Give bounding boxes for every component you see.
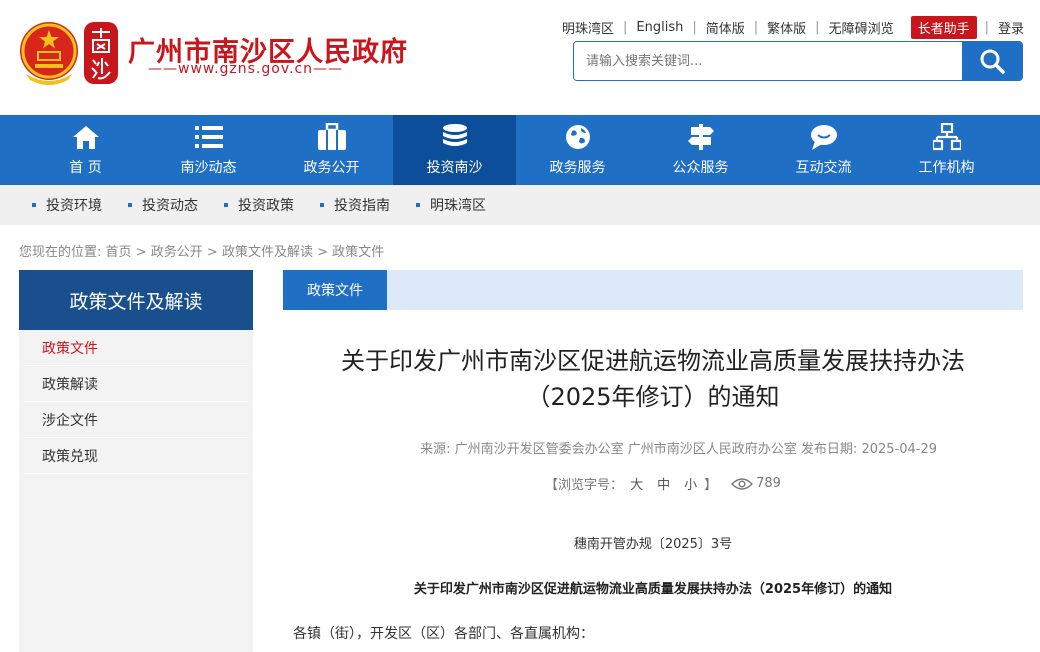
nav-label: 互动交流 — [795, 160, 852, 176]
subnav-label: 投资指南 — [334, 198, 390, 214]
list-icon — [194, 126, 223, 148]
nav-gov-affairs[interactable]: 政务公开 — [270, 115, 393, 185]
breadcrumb-separator: > — [317, 245, 328, 260]
link-accessibility[interactable]: 无障碍浏览 — [820, 18, 903, 37]
site-header: 广州市南沙区人民政府 ——www.gzns.gov.cn—— 明珠湾区 | Eng… — [0, 0, 1040, 115]
document-salutation: 各镇（街），开发区（区）各部门、各直属机构： — [293, 626, 594, 642]
nav-invest-nansha[interactable]: 投资南沙 — [393, 115, 516, 185]
font-size-small[interactable]: 小 — [684, 474, 697, 493]
sidebar-item-policy-fulfillment[interactable]: 政策兑现 — [23, 438, 249, 474]
elder-assistant-button[interactable]: 长者助手 — [910, 15, 977, 39]
breadcrumb-policy-docs[interactable]: 政策文件 — [332, 245, 384, 260]
view-count-value: 789 — [756, 476, 781, 491]
home-icon — [72, 126, 99, 149]
breadcrumb-policy-docs-interp[interactable]: 政策文件及解读 — [222, 245, 313, 260]
document-title: 关于印发广州市南沙区促进航运物流业高质量发展扶持办法 （2025年修订）的通知 — [283, 343, 1023, 415]
font-size-label-end: 】 — [704, 478, 718, 493]
font-size-controls: 【浏览字号： 大 中 小 】 789 — [283, 474, 1023, 493]
signpost-icon — [687, 124, 714, 150]
sub-nav: 投资环境 投资动态 投资政策 投资指南 明珠湾区 — [0, 185, 1040, 225]
subnav-invest-news[interactable]: 投资动态 — [128, 195, 198, 215]
link-traditional[interactable]: 繁体版 — [758, 18, 815, 37]
nansha-seal-logo — [84, 22, 118, 84]
main-nav: 首 页 南沙动态 政务公开 投资南沙 政务服务 公众服务 互动交流 工作机构 — [0, 115, 1040, 185]
bullet-icon — [320, 203, 324, 207]
bullet-icon — [416, 203, 420, 207]
search-button[interactable] — [962, 42, 1022, 80]
nav-label: 政务公开 — [303, 160, 360, 176]
subnav-mingzhu-bay[interactable]: 明珠湾区 — [416, 195, 486, 215]
link-mingzhu-bay[interactable]: 明珠湾区 — [553, 18, 623, 37]
font-size-large[interactable]: 大 — [630, 474, 643, 493]
link-simplified[interactable]: 简体版 — [697, 18, 754, 37]
breadcrumb-prefix: 您现在的位置: — [19, 245, 102, 260]
sidebar-item-policy-interpretation[interactable]: 政策解读 — [23, 366, 249, 402]
subnav-label: 投资政策 — [238, 198, 294, 214]
nav-label: 南沙动态 — [180, 160, 237, 176]
font-size-label: 【浏览字号： — [545, 478, 624, 493]
search-icon — [980, 49, 1005, 74]
search-box — [573, 41, 1023, 81]
breadcrumb-home[interactable]: 首页 — [106, 245, 132, 260]
nav-label: 工作机构 — [918, 160, 975, 176]
eye-icon — [731, 477, 754, 490]
nav-label: 首 页 — [69, 160, 102, 176]
chat-icon — [810, 125, 837, 150]
breadcrumb-separator: > — [206, 245, 218, 260]
nav-label: 投资南沙 — [426, 160, 483, 176]
sidebar-item-enterprise-docs[interactable]: 涉企文件 — [23, 402, 249, 438]
nav-agencies[interactable]: 工作机构 — [885, 115, 1008, 185]
subnav-label: 明珠湾区 — [430, 198, 486, 214]
document-title-line2: （2025年修订）的通知 — [526, 383, 780, 411]
nav-interaction[interactable]: 互动交流 — [762, 115, 885, 185]
subnav-label: 投资动态 — [142, 198, 198, 214]
bullet-icon — [32, 203, 36, 207]
document-subtitle: 关于印发广州市南沙区促进航运物流业高质量发展扶持办法（2025年修订）的通知 — [413, 582, 893, 597]
globe-icon — [565, 125, 590, 149]
nav-nansha-news[interactable]: 南沙动态 — [147, 115, 270, 185]
document-title-line1: 关于印发广州市南沙区促进航运物流业高质量发展扶持办法 — [341, 347, 965, 375]
nav-gov-service[interactable]: 政务服务 — [516, 115, 639, 185]
content-tab-bar: 政策文件 — [283, 270, 1023, 310]
subnav-invest-guide[interactable]: 投资指南 — [320, 195, 390, 215]
nav-label: 政务服务 — [549, 160, 606, 176]
font-size-medium[interactable]: 中 — [657, 474, 670, 493]
document-number: 穗南开管办规〔2025〕3号 — [573, 537, 733, 552]
breadcrumb: 您现在的位置: 首页 > 政务公开 > 政策文件及解读 > 政策文件 — [19, 241, 384, 260]
tab-policy-docs[interactable]: 政策文件 — [283, 270, 387, 310]
nav-label: 公众服务 — [672, 160, 729, 176]
bullet-icon — [128, 203, 132, 207]
search-input[interactable] — [574, 42, 962, 80]
login-link[interactable]: 登录 — [989, 18, 1024, 37]
sidebar-menu: 政策文件 政策解读 涉企文件 政策兑现 — [19, 330, 253, 652]
org-chart-icon — [932, 123, 961, 151]
breadcrumb-separator: > — [135, 245, 147, 260]
subnav-invest-environment[interactable]: 投资环境 — [32, 195, 102, 215]
bullet-icon — [224, 203, 228, 207]
coins-icon — [442, 124, 467, 146]
subnav-label: 投资环境 — [46, 198, 102, 214]
view-count: 789 — [731, 476, 781, 491]
site-url: ——www.gzns.gov.cn—— — [148, 61, 344, 77]
subnav-invest-policy[interactable]: 投资政策 — [224, 195, 294, 215]
nav-home[interactable]: 首 页 — [24, 115, 147, 185]
national-emblem-icon — [20, 22, 78, 85]
breadcrumb-gov-affairs[interactable]: 政务公开 — [151, 245, 203, 260]
sidebar-title: 政策文件及解读 — [19, 270, 253, 330]
briefcase-icon — [317, 123, 346, 150]
document-meta: 来源: 广州南沙开发区管委会办公室 广州市南沙区人民政府办公室 发布日期: 20… — [420, 442, 937, 457]
nav-public-service[interactable]: 公众服务 — [639, 115, 762, 185]
top-links: 明珠湾区 | English | 简体版 | 繁体版 | 无障碍浏览 长者助手 | 登录 — [553, 15, 1024, 39]
link-english[interactable]: English — [627, 20, 692, 35]
sidebar-item-policy-docs[interactable]: 政策文件 — [23, 330, 249, 366]
